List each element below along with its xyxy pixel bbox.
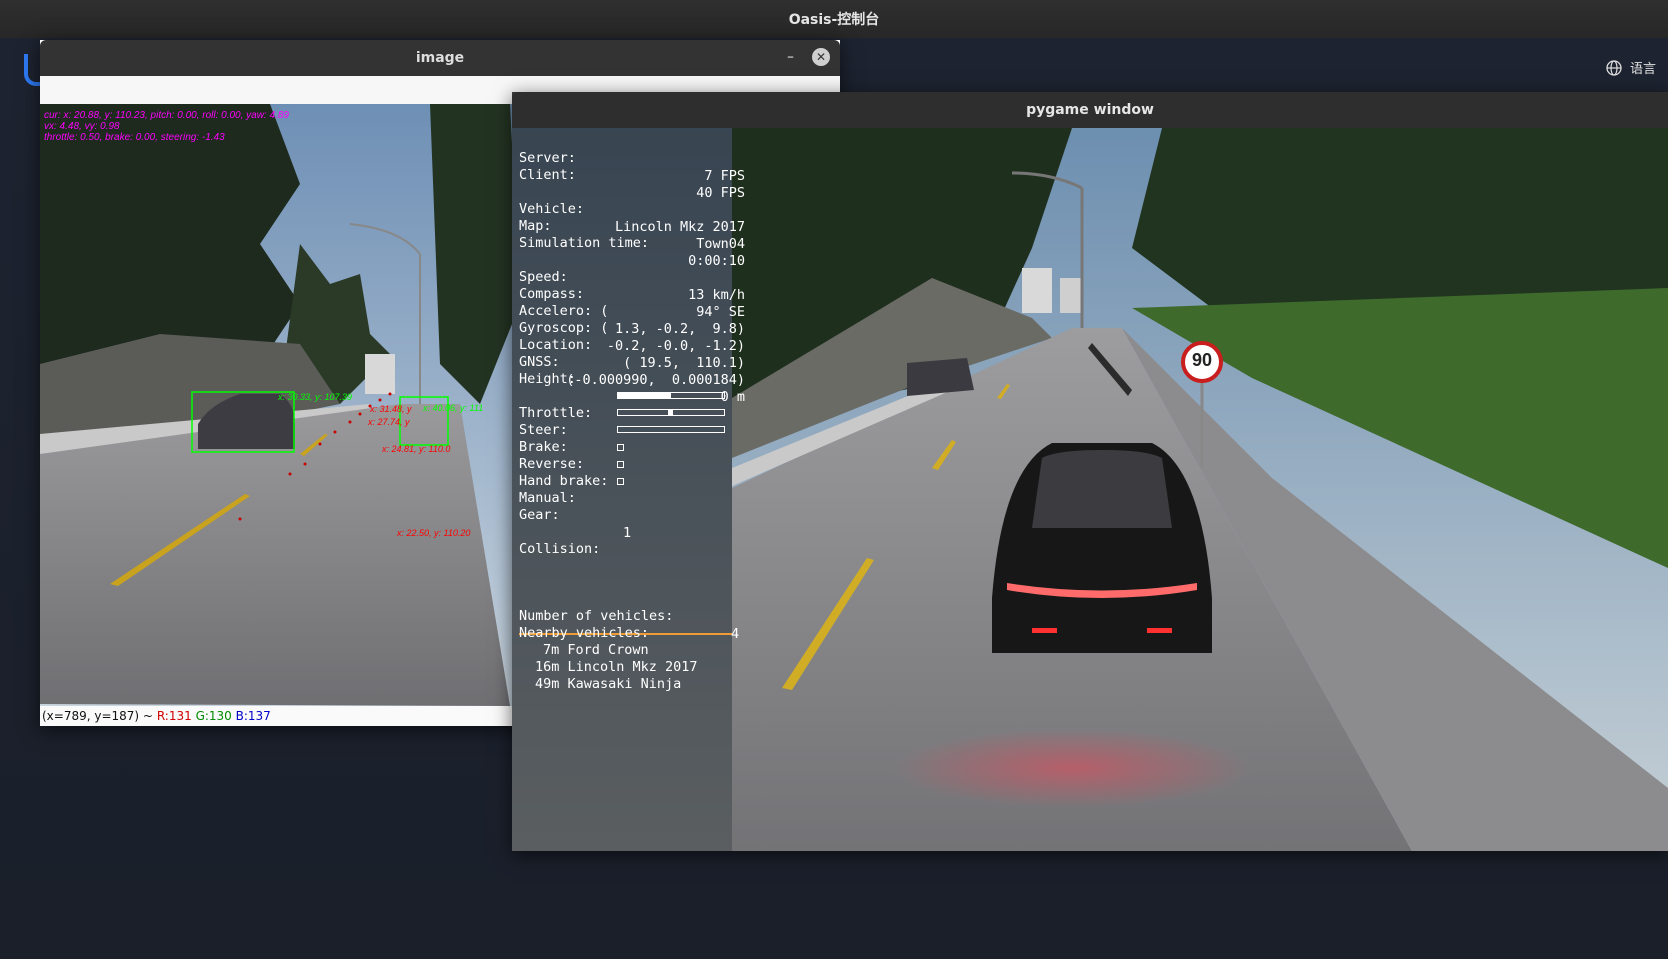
hud-height: Height: 0 m [519, 371, 745, 405]
language-label: 语言 [1629, 62, 1656, 77]
hud-server: Server: 7 FPS [519, 150, 745, 184]
hud-nearby-label: Nearby vehicles: [519, 625, 650, 641]
manual-checkbox [617, 478, 624, 485]
blue-value: B:137 [235, 709, 271, 723]
trajectory-label: x: 22.50, y: 110.20 [397, 528, 471, 538]
hud-compass: Compass: 94° SE [519, 286, 745, 320]
language-switcher[interactable]: 语言 [1606, 58, 1656, 77]
nearby-vehicle: 49m Kawasaki Ninja [535, 676, 682, 692]
brake-bar [617, 426, 725, 433]
hud-accelero: Accelero: ( 1.3, -0.2, 9.8) [519, 303, 745, 337]
app-titlebar: Oasis-控制台 [0, 0, 1668, 38]
velocity-overlay-line: vx: 4.48, vy: 0.98 [44, 121, 120, 132]
detection-label: x: 40.06, y: 111 [423, 403, 484, 413]
pygame-window-title: pygame window [1026, 102, 1154, 118]
cursor-position: (x=789, y=187) ~ [42, 709, 153, 723]
hud-collision: Collision: [519, 541, 601, 557]
steer-bar [617, 409, 725, 416]
steer-bar-marker [668, 409, 673, 416]
speed-limit-sign: 90 [1191, 350, 1213, 370]
hud-brake: Brake: [519, 420, 745, 455]
globe-icon [1606, 59, 1622, 76]
hud-panel: Server: 7 FPS Client: 40 FPS Vehicle: Li… [512, 128, 745, 851]
trajectory-label: x: 31.48, y [370, 404, 412, 414]
hud-vehicle: Vehicle: Lincoln Mkz 2017 [519, 201, 745, 235]
nearby-vehicle: 7m Ford Crown [543, 642, 649, 658]
red-value: R:131 [156, 709, 192, 723]
close-icon[interactable]: ✕ [812, 48, 830, 66]
image-window-titlebar[interactable]: image – ✕ [40, 40, 840, 76]
hud-manual: Manual: [519, 471, 745, 506]
trajectory-label: x: 24.81, y: 110.0 [382, 444, 451, 454]
hud-client: Client: 40 FPS [519, 167, 745, 201]
pygame-window[interactable]: pygame window 90 Server: 7 FPS Client: 4… [512, 92, 1668, 851]
minimize-icon[interactable]: – [787, 49, 794, 65]
hud-hand-brake: Hand brake: [519, 454, 745, 489]
hud-speed: Speed: 13 km/h [519, 269, 745, 303]
hud-map: Map: Town04 [519, 218, 745, 252]
nearby-vehicle: 16m Lincoln Mkz 2017 [535, 659, 698, 675]
app-title: Oasis-控制台 [788, 12, 880, 28]
pygame-window-titlebar[interactable]: pygame window [512, 92, 1668, 128]
throttle-bar [617, 392, 725, 399]
trajectory-label: x: 27.74, y [368, 417, 410, 427]
hud-steer: Steer: [519, 403, 745, 438]
hud-num-vehicles: Number of vehicles: 4 [519, 608, 740, 642]
control-overlay-line: throttle: 0.50, brake: 0.00, steering: -… [44, 132, 225, 143]
hud-gnss: GNSS: (-0.000990, 0.000184) [519, 354, 745, 388]
throttle-bar-fill [618, 393, 671, 398]
image-window-title: image [415, 50, 465, 66]
pose-overlay-line: cur: x: 20.88, y: 110.23, pitch: 0.00, r… [44, 110, 289, 121]
hud-throttle: Throttle: [519, 386, 745, 421]
hud-gyroscop: Gyroscop: ( -0.2, -0.0, -1.2) [519, 320, 745, 354]
hud-simulation-time: Simulation time: 0:00:10 [519, 235, 745, 269]
hud-gear: Gear: 1 [519, 507, 632, 541]
detection-label: x: 30.33, y: 107.39 [278, 392, 353, 402]
green-value: G:130 [195, 709, 232, 723]
hand-brake-checkbox [617, 461, 624, 468]
hud-reverse: Reverse: [519, 437, 745, 472]
reverse-checkbox [617, 444, 624, 451]
hud-location: Location: ( 19.5, 110.1) [519, 337, 745, 371]
